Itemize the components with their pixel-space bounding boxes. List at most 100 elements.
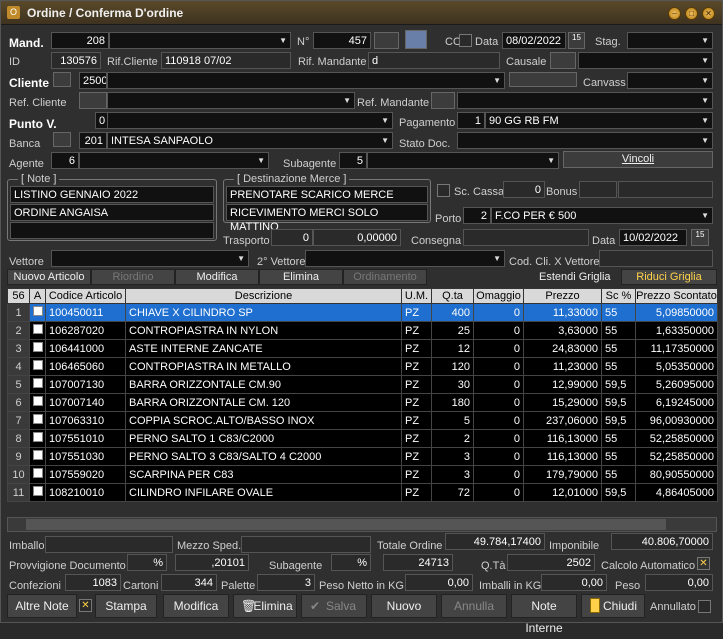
altre-note-checkbox[interactable]: ✕ [79, 599, 92, 612]
note-line-3[interactable] [10, 222, 214, 239]
grid-a-header[interactable]: A [29, 288, 46, 304]
cell-omaggio[interactable]: 0 [473, 375, 524, 394]
cell-omaggio[interactable]: 0 [473, 483, 524, 502]
cell-omaggio[interactable]: 0 [473, 357, 524, 376]
cell-omaggio[interactable]: 0 [473, 321, 524, 340]
checkbox-box[interactable] [32, 450, 43, 460]
ref-cliente-code-field[interactable] [79, 92, 107, 109]
note-interne-button[interactable]: Note Interne [511, 594, 577, 635]
cell-sconto[interactable]: 59,5 [601, 483, 636, 502]
row-checkbox[interactable] [29, 357, 46, 376]
cell-prezzo-scontato[interactable]: 52,25850000 [635, 447, 718, 466]
cell-qta[interactable]: 5 [431, 411, 474, 430]
cell-prezzo[interactable]: 24,83000 [523, 339, 602, 358]
cell-um[interactable]: PZ [401, 321, 432, 340]
cell-sconto[interactable]: 59,5 [601, 411, 636, 430]
cell-um[interactable]: PZ [401, 339, 432, 358]
cell-codice[interactable]: 107007130 [45, 375, 126, 394]
cell-codice[interactable]: 106441000 [45, 339, 126, 358]
subagente-value-field[interactable]: 24713 [383, 554, 453, 571]
ref-mandante-code-field[interactable] [431, 92, 455, 109]
cell-prezzo-scontato[interactable]: 5,05350000 [635, 357, 718, 376]
cell-prezzo[interactable]: 11,23000 [523, 357, 602, 376]
checkbox-box[interactable] [32, 342, 43, 352]
co-checkbox[interactable] [459, 34, 472, 47]
stag-select[interactable] [627, 32, 713, 49]
col-header-descrizione[interactable]: Descrizione [125, 288, 402, 304]
cell-prezzo-scontato[interactable]: 52,25850000 [635, 429, 718, 448]
subagente-select[interactable] [367, 152, 559, 169]
table-row[interactable]: 1 100450011 CHIAVE X CILINDRO SP PZ 400 0 11,3… [7, 303, 718, 322]
elimina-row-button[interactable]: Elimina [259, 269, 343, 285]
cell-sconto[interactable]: 59,5 [601, 393, 636, 412]
checkbox-box[interactable] [32, 360, 43, 370]
pen-icon[interactable] [405, 30, 427, 49]
imballo-field[interactable] [45, 536, 173, 553]
cell-prezzo[interactable]: 116,13000 [523, 429, 602, 448]
rif-mandante-field[interactable]: d [368, 52, 500, 69]
cell-prezzo[interactable]: 15,29000 [523, 393, 602, 412]
row-checkbox[interactable] [29, 321, 46, 340]
col-header-prezzo-scontato[interactable]: Prezzo Scontato [635, 288, 718, 304]
altre-note-button[interactable]: Altre Note [7, 594, 77, 618]
subagente-pct-field[interactable]: % [331, 554, 371, 571]
col-header-omaggio[interactable]: Omaggio [473, 288, 524, 304]
estendi-griglia-button[interactable]: Estendi Griglia [539, 271, 611, 283]
cell-codice[interactable]: 107551030 [45, 447, 126, 466]
close-icon[interactable]: ✕ [702, 7, 715, 20]
cell-descrizione[interactable]: PERNO SALTO 3 C83/SALTO 4 C2000 [125, 447, 402, 466]
cell-descrizione[interactable]: COPPIA SCROC.ALTO/BASSO INOX [125, 411, 402, 430]
cell-sconto[interactable]: 55 [601, 465, 636, 484]
cell-omaggio[interactable]: 0 [473, 465, 524, 484]
cell-prezzo-scontato[interactable]: 5,09850000 [635, 303, 718, 322]
row-checkbox[interactable] [29, 393, 46, 412]
checkbox-box[interactable] [32, 486, 43, 496]
subagente-code-field[interactable]: 5 [339, 152, 367, 169]
sc-cassa-field[interactable]: 0 [503, 181, 545, 198]
row-checkbox[interactable] [29, 465, 46, 484]
cell-qta[interactable]: 30 [431, 375, 474, 394]
cell-um[interactable]: PZ [401, 303, 432, 322]
provvigione-value-field[interactable]: ,20101 [175, 554, 249, 571]
stato-doc-select[interactable] [457, 132, 713, 149]
vettore2-select[interactable] [305, 250, 505, 267]
trasporto-field-2[interactable]: 0,00000 [313, 229, 401, 246]
sc-cassa-checkbox[interactable] [437, 184, 450, 197]
banca-select[interactable]: INTESA SANPAOLO [107, 132, 393, 149]
cell-um[interactable]: PZ [401, 411, 432, 430]
cell-sconto[interactable]: 55 [601, 321, 636, 340]
cell-omaggio[interactable]: 0 [473, 411, 524, 430]
agente-code-field[interactable]: 6 [51, 152, 79, 169]
destinazione-line-2[interactable]: RICEVIMENTO MERCI SOLO MATTINO [226, 204, 428, 233]
table-row[interactable]: 4 106465060 CONTROPIASTRA IN METALLO PZ 120 0… [7, 357, 718, 376]
consegna-date-field[interactable]: 10/02/2022 [619, 229, 687, 246]
ref-mandante-select[interactable] [457, 92, 713, 109]
row-checkbox[interactable] [29, 429, 46, 448]
cell-omaggio[interactable]: 0 [473, 339, 524, 358]
mand-select[interactable] [109, 32, 291, 49]
cell-um[interactable]: PZ [401, 465, 432, 484]
row-checkbox[interactable] [29, 339, 46, 358]
calendar-icon[interactable]: 15 [568, 32, 585, 49]
bonus-field-1[interactable] [579, 181, 617, 198]
causale-code-field[interactable] [550, 52, 576, 69]
causale-select[interactable] [578, 52, 713, 69]
cell-prezzo-scontato[interactable]: 6,19245000 [635, 393, 718, 412]
punto-v-select[interactable] [107, 112, 393, 129]
cell-descrizione[interactable]: ASTE INTERNE ZANCATE [125, 339, 402, 358]
checkbox-box[interactable] [32, 324, 43, 334]
col-header-prezzo[interactable]: Prezzo [523, 288, 602, 304]
cell-qta[interactable]: 2 [431, 429, 474, 448]
banca-lookup-button[interactable] [53, 132, 71, 147]
cell-um[interactable]: PZ [401, 447, 432, 466]
cell-prezzo-scontato[interactable]: 11,17350000 [635, 339, 718, 358]
cliente-select[interactable] [107, 72, 505, 89]
mand-code-field[interactable]: 208 [51, 32, 109, 49]
trasporto-field-1[interactable]: 0 [271, 229, 313, 246]
cell-omaggio[interactable]: 0 [473, 447, 524, 466]
note-line-1[interactable]: LISTINO GENNAIO 2022 [10, 186, 214, 203]
vettore-select[interactable] [51, 250, 249, 267]
rif-cliente-field[interactable]: 110918 07/02 [161, 52, 291, 69]
annullato-checkbox[interactable] [698, 600, 711, 613]
cell-codice[interactable]: 107559020 [45, 465, 126, 484]
